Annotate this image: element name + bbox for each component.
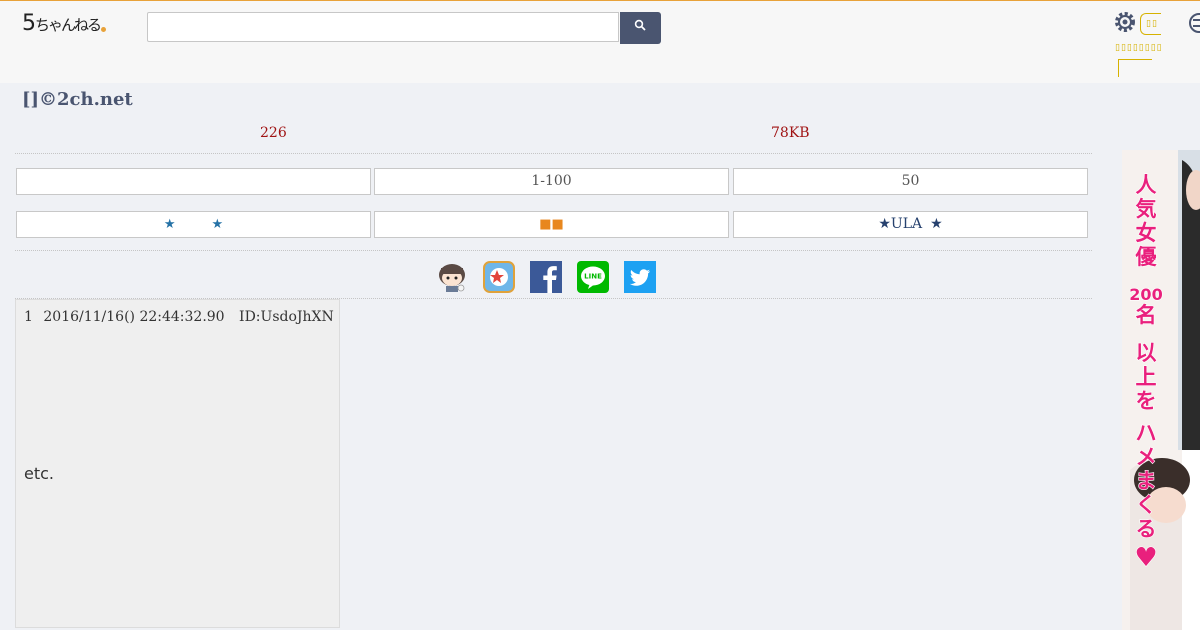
edge-scroll-icon[interactable] bbox=[1187, 11, 1200, 35]
app-icon[interactable] bbox=[483, 261, 515, 293]
orange-squares-icon: ■■ bbox=[539, 217, 564, 232]
post-header: 1 2016/11/16() 22:44:32.90 ID:UsdoJhXN bbox=[24, 309, 334, 325]
divider bbox=[15, 250, 1092, 251]
site-logo[interactable]: 5ちゃんねる bbox=[22, 11, 107, 36]
ad-image: 人気女優 200 名 以上を ハメまくる♥ bbox=[1122, 150, 1200, 630]
logo-main: 5 bbox=[22, 11, 36, 36]
star-icon: ★ bbox=[930, 216, 943, 232]
nav-middle-button[interactable]: ■■ bbox=[374, 211, 729, 238]
post-count: 226 bbox=[260, 125, 287, 141]
post-id[interactable]: ID:UsdoJhXN bbox=[239, 309, 334, 325]
post-item: 1 2016/11/16() 22:44:32.90 ID:UsdoJhXN e… bbox=[15, 299, 340, 628]
nav-latest-button[interactable]: 50 bbox=[733, 168, 1088, 195]
line-icon[interactable]: LINE bbox=[577, 261, 609, 293]
ad-text-3: 以上を bbox=[1136, 341, 1157, 413]
facebook-icon[interactable] bbox=[530, 261, 562, 293]
post-date: 2016/11/16() 22:44:32.90 bbox=[43, 309, 225, 325]
nav-all-button[interactable] bbox=[16, 168, 371, 195]
top-header: 5ちゃんねる ▯▯ ▯▯▯▯▯▯▯▯ bbox=[0, 0, 1200, 83]
search-button[interactable] bbox=[620, 12, 661, 44]
star-icon: ★ bbox=[211, 217, 224, 232]
ad-text-1: 人気女優 bbox=[1135, 173, 1158, 269]
search-icon bbox=[634, 19, 646, 31]
ad-text-4: ハメまくる♥ bbox=[1134, 421, 1157, 573]
logo-dot bbox=[101, 27, 107, 32]
menu-label-glyphs: ▯▯ bbox=[1146, 19, 1158, 29]
ad-banner[interactable]: 人気女優 200 名 以上を ハメまくる♥ bbox=[1122, 150, 1200, 630]
logo-sub: ちゃんねる bbox=[35, 16, 102, 34]
thread-size: 78KB bbox=[771, 125, 810, 141]
menu-vline bbox=[1118, 59, 1119, 77]
search-input[interactable] bbox=[147, 12, 619, 42]
nav-range-button[interactable]: 1-100 bbox=[374, 168, 729, 195]
menu-underline bbox=[1118, 59, 1152, 60]
svg-text:LINE: LINE bbox=[584, 273, 602, 281]
nav-favorites-button[interactable]: ★ ★ bbox=[16, 211, 371, 238]
mascot-icon[interactable] bbox=[436, 261, 468, 293]
menu-glyph-row: ▯▯▯▯▯▯▯▯ bbox=[1115, 43, 1163, 53]
nav-ula-button[interactable]: ★ULA ★ bbox=[733, 211, 1088, 238]
post-body: etc. bbox=[24, 464, 54, 483]
twitter-icon[interactable] bbox=[624, 261, 656, 293]
star-icon: ★ bbox=[878, 216, 891, 232]
star-icon: ★ bbox=[163, 217, 176, 232]
post-number[interactable]: 1 bbox=[24, 309, 33, 325]
gear-icon[interactable] bbox=[1113, 10, 1137, 34]
divider bbox=[15, 153, 1092, 154]
thread-title: []©2ch.net bbox=[22, 89, 133, 110]
ula-label: ULA bbox=[890, 216, 923, 232]
